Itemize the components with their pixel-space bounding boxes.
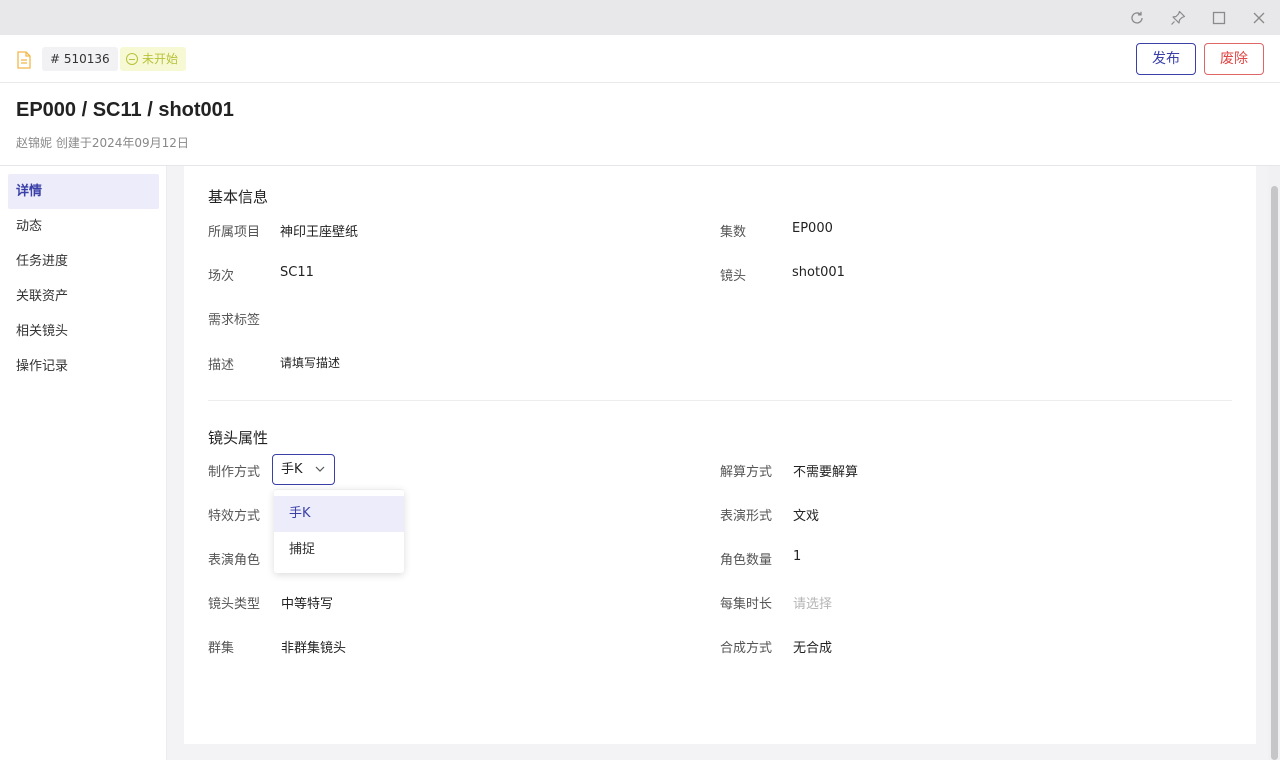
solve-method-value[interactable]: 不需要解算 <box>793 461 858 480</box>
crowd-label: 群集 <box>208 641 235 656</box>
scene-label: 场次 <box>208 269 235 284</box>
project-value[interactable]: 神印王座壁纸 <box>280 221 358 240</box>
make-method-dropdown: 手K 捕捉 <box>274 489 404 573</box>
task-header: # 510136 未开始 发布 废除 <box>0 35 1280 83</box>
created-meta: 赵锦妮 创建于2024年09月12日 <box>16 136 189 150</box>
episode-value[interactable]: EP000 <box>792 221 833 236</box>
role-count-value[interactable]: 1 <box>793 549 801 564</box>
project-label: 所属项目 <box>208 225 261 240</box>
status-badge: 未开始 <box>120 47 187 71</box>
title-area: EP000 / SC11 / shot001 赵锦妮 创建于2024年09月12… <box>0 83 1280 166</box>
scene-value[interactable]: SC11 <box>280 265 314 280</box>
details-card: 基本信息 所属项目 神印王座壁纸 集数 EP000 场次 SC11 镜头 sho… <box>184 166 1256 744</box>
vfx-method-label: 特效方式 <box>208 509 261 524</box>
sidebar-item-activity[interactable]: 动态 <box>8 209 159 244</box>
episode-label: 集数 <box>720 225 747 240</box>
role-count-label: 角色数量 <box>720 553 773 568</box>
sidebar-item-linked-assets[interactable]: 关联资产 <box>8 279 159 314</box>
sidebar-item-task-progress[interactable]: 任务进度 <box>8 244 159 279</box>
sidebar-item-operation-log[interactable]: 操作记录 <box>8 349 159 384</box>
status-minus-circle-icon <box>126 53 138 65</box>
refresh-icon[interactable] <box>1126 7 1148 29</box>
dropdown-option-hand-keyed[interactable]: 手K <box>274 496 404 532</box>
publish-button[interactable]: 发布 <box>1136 43 1196 75</box>
abandon-button[interactable]: 废除 <box>1204 43 1264 75</box>
scrollbar-thumb[interactable] <box>1271 186 1278 760</box>
document-icon <box>17 51 31 69</box>
section-title-shot-attributes: 镜头属性 <box>208 429 269 447</box>
pin-icon[interactable] <box>1167 7 1189 29</box>
performance-form-label: 表演形式 <box>720 509 773 524</box>
make-method-label: 制作方式 <box>208 465 261 480</box>
tags-label: 需求标签 <box>208 313 261 328</box>
composite-method-value[interactable]: 无合成 <box>793 637 832 656</box>
maximize-icon[interactable] <box>1208 7 1230 29</box>
crowd-value[interactable]: 非群集镜头 <box>281 637 346 656</box>
status-label: 未开始 <box>142 52 179 66</box>
sidebar-item-related-shots[interactable]: 相关镜头 <box>8 314 159 349</box>
section-divider <box>208 400 1232 401</box>
shot-type-label: 镜头类型 <box>208 597 261 612</box>
solve-method-label: 解算方式 <box>720 465 773 480</box>
shot-value[interactable]: shot001 <box>792 265 845 280</box>
shot-type-value[interactable]: 中等特写 <box>281 593 333 612</box>
description-field[interactable]: 请填写描述 <box>280 354 340 371</box>
section-title-basic: 基本信息 <box>208 188 269 206</box>
page-title: EP000 / SC11 / shot001 <box>16 99 234 121</box>
dropdown-option-capture[interactable]: 捕捉 <box>274 532 404 568</box>
sidebar-item-details[interactable]: 详情 <box>8 174 159 209</box>
shot-label: 镜头 <box>720 269 747 284</box>
episode-duration-select[interactable]: 请选择 <box>793 593 832 612</box>
make-method-select[interactable]: 手K <box>272 454 335 485</box>
close-icon[interactable] <box>1248 7 1270 29</box>
chevron-down-icon <box>315 466 325 472</box>
performance-form-value[interactable]: 文戏 <box>793 505 819 524</box>
description-label: 描述 <box>208 358 235 373</box>
composite-method-label: 合成方式 <box>720 641 773 656</box>
performance-role-label: 表演角色 <box>208 553 261 568</box>
sidebar: 详情 动态 任务进度 关联资产 相关镜头 操作记录 <box>0 166 167 760</box>
window-titlebar <box>0 0 1280 35</box>
make-method-value: 手K <box>281 462 303 477</box>
episode-duration-label: 每集时长 <box>720 597 773 612</box>
task-id-badge: # 510136 <box>42 47 118 71</box>
